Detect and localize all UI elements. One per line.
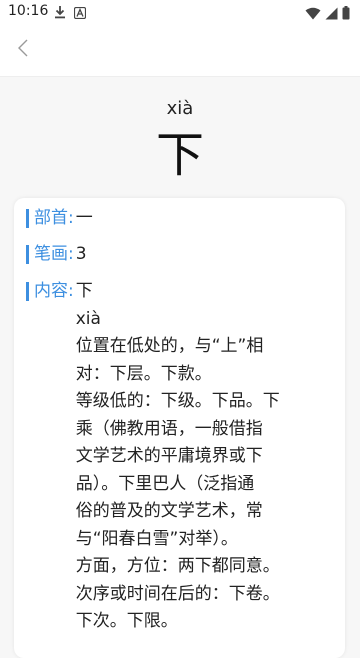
- content-line: 下: [75, 281, 93, 301]
- detail-card: 部首: 一 笔画: 3 内容: 下 xià 位置在低处的，与“上”相 对：下层。…: [14, 198, 345, 658]
- status-icons-left: [54, 4, 87, 23]
- radical-value: 一: [75, 208, 93, 228]
- radical-row: 部首: 一: [26, 205, 93, 232]
- radical-accent-bar: [26, 209, 29, 228]
- strokes-row: 笔画: 3: [26, 241, 87, 268]
- content-line: 次序或时间在后的：下卷。: [75, 583, 280, 604]
- status-icons-right: [305, 5, 350, 24]
- content-line: 方面，方位：两下都同意。: [75, 556, 280, 576]
- signal-icon: [325, 5, 338, 24]
- content-line: 品）。下里巴人（泛指通: [75, 473, 255, 494]
- battery-icon: [342, 5, 350, 24]
- content-line: xià: [75, 308, 101, 329]
- wifi-icon: [305, 5, 321, 24]
- status-time: 10:16: [8, 3, 49, 19]
- content-line: 位置在低处的，与“上”相: [75, 336, 264, 356]
- content-line: 与“阳春白雪”对举）。: [75, 528, 238, 549]
- character-header: xià 下: [0, 77, 360, 195]
- strokes-label: 笔画:: [34, 244, 74, 264]
- radical-label: 部首:: [34, 208, 74, 228]
- content-accent-bar: [26, 282, 29, 301]
- app-bar: [0, 24, 360, 77]
- content-line: 对：下层。下款。: [75, 363, 212, 384]
- content-line: 乘（佛教用语，一般借指: [75, 418, 263, 439]
- content-line: 文学艺术的平庸境界或下: [75, 446, 263, 466]
- download-icon: [54, 4, 66, 23]
- strokes-accent-bar: [26, 245, 29, 264]
- status-bar: 10:16: [0, 0, 360, 24]
- character-glyph: 下: [155, 127, 204, 183]
- chevron-left-icon: [17, 38, 29, 62]
- character-pinyin: xià: [166, 98, 194, 119]
- content-line: 俗的普及的文学艺术，常: [75, 501, 263, 521]
- strokes-value: 3: [75, 244, 87, 264]
- content-line: 等级低的：下级。下品。下: [75, 391, 280, 411]
- content-text: 下 xià 位置在低处的，与“上”相 对：下层。下款。 等级低的：下级。下品。下…: [76, 278, 324, 636]
- font-a-icon: [73, 4, 87, 23]
- back-button[interactable]: [10, 37, 36, 63]
- content-label: 内容:: [34, 281, 74, 301]
- content-row: 内容: 下 xià 位置在低处的，与“上”相 对：下层。下款。 等级低的：下级。…: [26, 278, 324, 636]
- content-line: 下次。下限。: [75, 611, 178, 631]
